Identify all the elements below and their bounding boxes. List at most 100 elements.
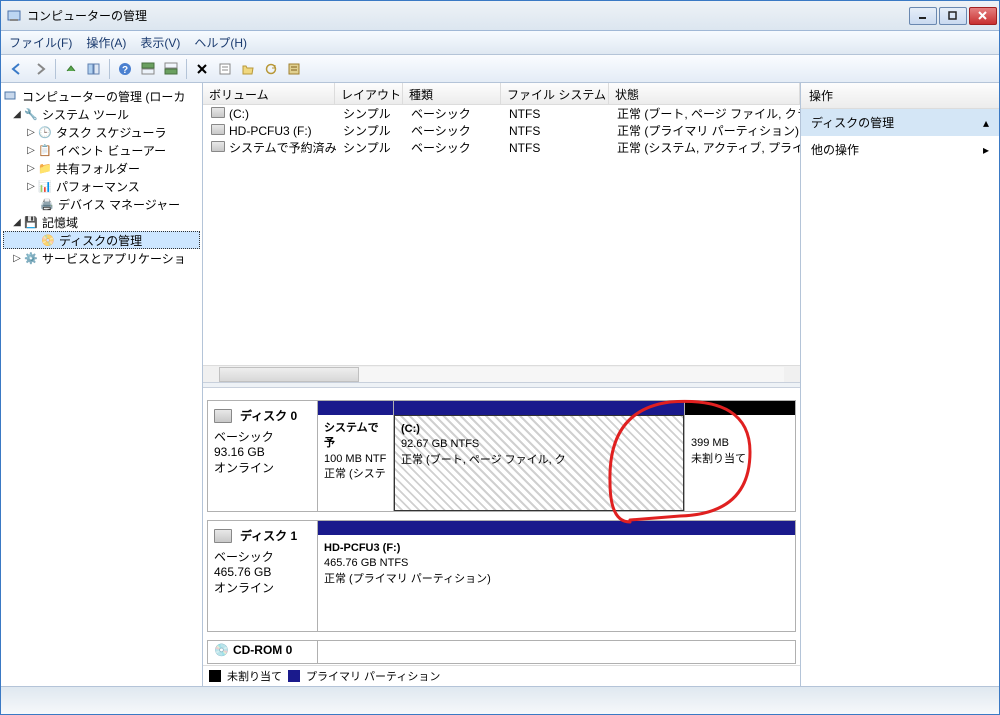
disk-icon: 📀	[40, 232, 56, 248]
disk-kind: ベーシック	[214, 428, 311, 445]
disk-0[interactable]: ディスク 0 ベーシック 93.16 GB オンライン システムで予 100 M…	[207, 400, 796, 512]
properties-icon[interactable]	[215, 59, 235, 79]
disk-icon	[214, 529, 232, 543]
disk-icon	[214, 409, 232, 423]
vol-status: 正常 (ブート, ページ ファイル, クラ	[611, 105, 800, 122]
legend-swatch-primary	[288, 670, 300, 682]
clock-icon: 🕒	[37, 124, 53, 140]
part-status: 正常 (プライマリ パーティション)	[324, 573, 491, 585]
show-hide-button[interactable]	[84, 59, 104, 79]
cd-rom-0[interactable]: 💿 CD-ROM 0	[207, 640, 796, 664]
refresh-icon[interactable]	[261, 59, 281, 79]
disk-label: ディスク 1	[240, 527, 297, 544]
expand-icon[interactable]: ▷	[25, 163, 37, 174]
col-status[interactable]: 状態	[609, 83, 800, 104]
device-icon: 🖨️	[39, 196, 55, 212]
menu-action[interactable]: 操作(A)	[86, 34, 126, 51]
forward-button[interactable]	[30, 59, 50, 79]
part-title: HD-PCFU3 (F:)	[324, 542, 400, 554]
expand-icon[interactable]: ▷	[25, 145, 37, 156]
partition-header	[318, 401, 393, 415]
maximize-button[interactable]	[939, 7, 967, 25]
volume-row[interactable]: システムで予約済み シンプル ベーシック NTFS 正常 (システム, アクティ…	[203, 139, 800, 156]
tree-systools[interactable]: ◢ 🔧 システム ツール	[3, 105, 200, 123]
back-button[interactable]	[7, 59, 27, 79]
tree-event[interactable]: ▷ 📋 イベント ビューアー	[3, 141, 200, 159]
col-fs[interactable]: ファイル システム	[501, 83, 609, 104]
disk-info: ディスク 1 ベーシック 465.76 GB オンライン	[208, 521, 318, 631]
tree-svcapp[interactable]: ▷ ⚙️ サービスとアプリケーショ	[3, 249, 200, 267]
tree-root[interactable]: コンピューターの管理 (ローカ	[3, 87, 200, 105]
disk-state: オンライン	[214, 459, 311, 476]
actions-header: 操作	[801, 83, 999, 109]
actions-other[interactable]: 他の操作 ▸	[801, 136, 999, 163]
menu-help[interactable]: ヘルプ(H)	[194, 34, 247, 51]
storage-icon: 💾	[23, 214, 39, 230]
disk-label: ディスク 0	[240, 407, 297, 424]
status-bar	[1, 686, 999, 714]
tree-task[interactable]: ▷ 🕒 タスク スケジューラ	[3, 123, 200, 141]
up-button[interactable]	[61, 59, 81, 79]
tree-label: デバイス マネージャー	[58, 196, 180, 213]
vol-type: ベーシック	[405, 139, 503, 156]
collapse-icon[interactable]: ◢	[11, 109, 23, 120]
tree-label: 記憶域	[42, 214, 78, 231]
folder-open-icon[interactable]	[238, 59, 258, 79]
services-icon: ⚙️	[23, 250, 39, 266]
part-title: (C:)	[401, 423, 420, 435]
scrollbar-thumb[interactable]	[219, 367, 359, 382]
legend-unalloc: 未割り当て	[227, 668, 282, 684]
disk-state: オンライン	[214, 579, 311, 596]
legend: 未割り当て プライマリ パーティション	[203, 665, 800, 686]
partition-unallocated[interactable]: 399 MB 未割り当て	[685, 401, 795, 511]
tree-storage[interactable]: ◢ 💾 記憶域	[3, 213, 200, 231]
tree-label: タスク スケジューラ	[56, 124, 167, 141]
computer-icon	[3, 88, 19, 104]
minimize-button[interactable]	[909, 7, 937, 25]
horizontal-scrollbar[interactable]	[203, 365, 800, 382]
menubar: ファイル(F) 操作(A) 表示(V) ヘルプ(H)	[1, 31, 999, 55]
menu-file[interactable]: ファイル(F)	[9, 34, 72, 51]
list-icon[interactable]	[284, 59, 304, 79]
titlebar: コンピューターの管理	[1, 1, 999, 31]
expand-icon[interactable]: ▷	[11, 253, 23, 264]
disk-kind: ベーシック	[214, 548, 311, 565]
part-size: 100 MB NTF	[324, 453, 386, 465]
col-type[interactable]: 種類	[403, 83, 501, 104]
actions-label: 他の操作	[811, 141, 859, 158]
col-volume[interactable]: ボリューム	[203, 83, 335, 104]
drive-icon	[211, 141, 225, 152]
tree-diskmgmt[interactable]: 📀 ディスクの管理	[3, 231, 200, 249]
disk-label: CD-ROM 0	[233, 643, 292, 657]
tree-label: ディスクの管理	[59, 232, 142, 249]
volume-row[interactable]: HD-PCFU3 (F:) シンプル ベーシック NTFS 正常 (プライマリ …	[203, 122, 800, 139]
drive-icon	[211, 124, 225, 135]
view-bottom-button[interactable]	[161, 59, 181, 79]
tree-devmgr[interactable]: 🖨️ デバイス マネージャー	[3, 195, 200, 213]
volume-grid-header: ボリューム レイアウト 種類 ファイル システム 状態	[203, 83, 800, 105]
tree-shared[interactable]: ▷ 📁 共有フォルダー	[3, 159, 200, 177]
disk-1[interactable]: ディスク 1 ベーシック 465.76 GB オンライン HD-PCFU3 (F…	[207, 520, 796, 632]
volume-grid[interactable]: (C:) シンプル ベーシック NTFS 正常 (ブート, ページ ファイル, …	[203, 105, 800, 365]
part-status: 正常 (システ	[324, 468, 386, 480]
partition-f[interactable]: HD-PCFU3 (F:) 465.76 GB NTFS 正常 (プライマリ パ…	[318, 521, 795, 631]
delete-icon[interactable]	[192, 59, 212, 79]
tree-perf[interactable]: ▷ 📊 パフォーマンス	[3, 177, 200, 195]
help-button[interactable]: ?	[115, 59, 135, 79]
col-layout[interactable]: レイアウト	[335, 83, 403, 104]
legend-primary: プライマリ パーティション	[306, 668, 440, 684]
partition-c[interactable]: (C:) 92.67 GB NTFS 正常 (ブート, ページ ファイル, ク	[394, 401, 685, 511]
menu-view[interactable]: 表示(V)	[140, 34, 180, 51]
expand-icon[interactable]: ▷	[25, 127, 37, 138]
close-button[interactable]	[969, 7, 997, 25]
nav-tree[interactable]: コンピューターの管理 (ローカ ◢ 🔧 システム ツール ▷ 🕒 タスク スケジ…	[1, 83, 203, 686]
actions-diskmgmt[interactable]: ディスクの管理 ▴	[801, 109, 999, 136]
tree-label: 共有フォルダー	[56, 160, 140, 177]
expand-icon[interactable]: ▷	[25, 181, 37, 192]
volume-row[interactable]: (C:) シンプル ベーシック NTFS 正常 (ブート, ページ ファイル, …	[203, 105, 800, 122]
partition-system-reserved[interactable]: システムで予 100 MB NTF 正常 (システ	[318, 401, 394, 511]
part-size: 399 MB	[691, 437, 729, 449]
view-top-button[interactable]	[138, 59, 158, 79]
shared-folder-icon: 📁	[37, 160, 53, 176]
collapse-icon[interactable]: ◢	[11, 217, 23, 228]
